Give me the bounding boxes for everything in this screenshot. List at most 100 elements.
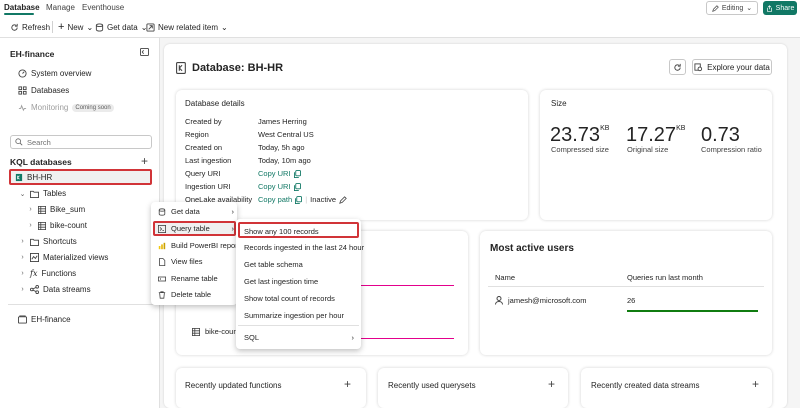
copy-path-link[interactable]: Copy path	[258, 195, 292, 204]
sidebar-item-system-overview[interactable]: System overview	[18, 69, 91, 78]
metric-unit: KB	[676, 125, 686, 132]
search-placeholder: Search	[27, 137, 51, 147]
tree-item-label: bike-count	[50, 221, 87, 230]
menu-item-label: Build PowerBI report	[171, 241, 240, 250]
menu-item-view-files[interactable]: View files	[158, 257, 203, 266]
person-icon	[495, 296, 503, 305]
menu-item-label: View files	[171, 257, 203, 266]
monitoring-icon	[18, 103, 27, 112]
new-related-item-button[interactable]: New related item ⌄	[146, 21, 228, 33]
submenu-item-ingestion-per-hour[interactable]: Summarize ingestion per hour	[244, 311, 344, 320]
add-database-icon[interactable]: +	[141, 154, 148, 168]
table-divider	[488, 286, 764, 287]
tree-item-bike-count[interactable]: › bike-count	[27, 221, 87, 230]
sidebar-item-label: Databases	[31, 86, 70, 95]
activity-row-label: bike-count	[205, 327, 240, 336]
copy-icon[interactable]	[295, 195, 303, 204]
add-function-icon[interactable]: +	[344, 377, 351, 391]
new-button[interactable]: + New ⌄	[58, 21, 93, 33]
chevron-down-icon: ⌄	[221, 22, 228, 32]
data-stream-icon	[30, 285, 39, 294]
refresh-button[interactable]: Refresh	[10, 21, 50, 33]
sidebar-item-databases[interactable]: Databases	[18, 86, 69, 95]
tree-item-data-streams[interactable]: › Data streams	[19, 285, 91, 294]
menu-item-rename-table[interactable]: Rename table	[158, 274, 218, 283]
detail-label: Created on	[185, 143, 223, 152]
submenu-item-sql[interactable]: SQL ›	[244, 333, 354, 342]
collapse-pane-icon[interactable]	[140, 48, 149, 56]
toolbar-divider	[52, 21, 53, 33]
materialized-view-icon	[30, 253, 39, 262]
chevron-right-icon: ›	[21, 286, 24, 293]
menu-item-delete-table[interactable]: Delete table	[158, 290, 211, 299]
submenu-item-records-last-24h[interactable]: Records ingested in the last 24 hour	[244, 243, 364, 252]
copy-query-uri-link[interactable]: Copy URI	[258, 169, 301, 178]
menu-item-query-table[interactable]: Query table ›	[158, 224, 234, 233]
rename-icon	[158, 275, 166, 283]
compressed-size-value: 23.73KB	[550, 124, 609, 147]
get-data-label: Get data	[107, 22, 138, 32]
tree-item-label: Data streams	[43, 285, 91, 294]
add-queryset-icon[interactable]: +	[548, 377, 555, 391]
tree-item-materialized-views[interactable]: › Materialized views	[19, 253, 108, 262]
active-tab-indicator	[4, 13, 34, 15]
menu-item-label: Query table	[171, 224, 210, 233]
queries-count: 26	[627, 296, 636, 305]
copy-ingestion-uri-link[interactable]: Copy URI	[258, 182, 301, 191]
chevron-down-icon: ⌄	[19, 190, 26, 198]
share-button[interactable]: Share	[763, 1, 797, 15]
size-title: Size	[551, 99, 567, 108]
explore-your-data-button[interactable]: Explore your data	[692, 59, 772, 75]
file-icon	[158, 257, 166, 266]
new-item-icon	[146, 22, 155, 32]
refresh-overview-button[interactable]	[669, 59, 686, 75]
metric-unit: KB	[600, 125, 610, 132]
chevron-right-icon: ›	[351, 333, 355, 342]
submenu-item-table-schema[interactable]: Get table schema	[244, 260, 303, 269]
divider	[8, 304, 154, 305]
card-title: Recently updated functions	[185, 381, 282, 390]
eventhouse-icon	[18, 315, 27, 324]
tree-item-bike-sum[interactable]: › Bike_sum	[27, 205, 85, 214]
tree-item-tables[interactable]: ⌄ Tables	[19, 189, 67, 198]
chevron-right-icon: ›	[21, 270, 24, 277]
sidebar-item-label: Monitoring	[31, 103, 69, 112]
tree-item-label: Materialized views	[43, 253, 109, 262]
tree-item-functions[interactable]: › fx Functions	[19, 269, 76, 278]
tab-database[interactable]: Database	[4, 3, 40, 12]
tree-item-bh-hr[interactable]: BH-HR	[15, 173, 52, 182]
chevron-down-icon: ⌄	[86, 22, 94, 32]
database-details-title: Database details	[185, 99, 245, 108]
submenu-item-last-ingestion-time[interactable]: Get last ingestion time	[244, 277, 318, 286]
page-title-text: Database: BH-HR	[192, 62, 284, 74]
metric-number: 17.27	[626, 124, 677, 146]
eventhouse-title: EH-finance	[10, 49, 55, 59]
editing-mode-button[interactable]: Editing ⌄	[706, 1, 758, 15]
database-icon	[95, 22, 104, 32]
get-data-button[interactable]: Get data ⌄	[95, 21, 147, 33]
submenu-item-show-100-records[interactable]: Show any 100 records	[244, 227, 319, 236]
share-icon	[766, 4, 773, 12]
new-label: New	[67, 22, 84, 32]
coming-soon-badge: Coming soon	[72, 103, 114, 112]
tab-eventhouse[interactable]: Eventhouse	[82, 3, 124, 12]
submenu-item-total-count[interactable]: Show total count of records	[244, 294, 335, 303]
pencil-icon[interactable]	[339, 195, 347, 204]
kql-databases-heading: KQL databases	[10, 157, 72, 167]
pencil-icon	[712, 4, 719, 12]
refresh-label: Refresh	[22, 22, 51, 32]
menu-item-build-powerbi-report[interactable]: Build PowerBI report	[158, 241, 240, 250]
activity-row-bike-count: bike-count	[192, 327, 240, 336]
tree-item-shortcuts[interactable]: › Shortcuts	[19, 237, 76, 246]
add-data-stream-icon[interactable]: +	[752, 377, 759, 391]
folder-icon	[30, 190, 39, 198]
tab-manage[interactable]: Manage	[46, 3, 75, 12]
share-label: Share	[775, 4, 795, 12]
explore-label: Explore your data	[707, 62, 770, 72]
tree-item-eventhouse[interactable]: EH-finance	[18, 315, 71, 324]
menu-item-get-data[interactable]: Get data ›	[158, 207, 234, 216]
search-input[interactable]: Search	[10, 135, 152, 149]
chevron-right-icon: ›	[231, 207, 235, 216]
detail-label: Last ingestion	[185, 156, 232, 165]
query-icon	[158, 224, 166, 233]
